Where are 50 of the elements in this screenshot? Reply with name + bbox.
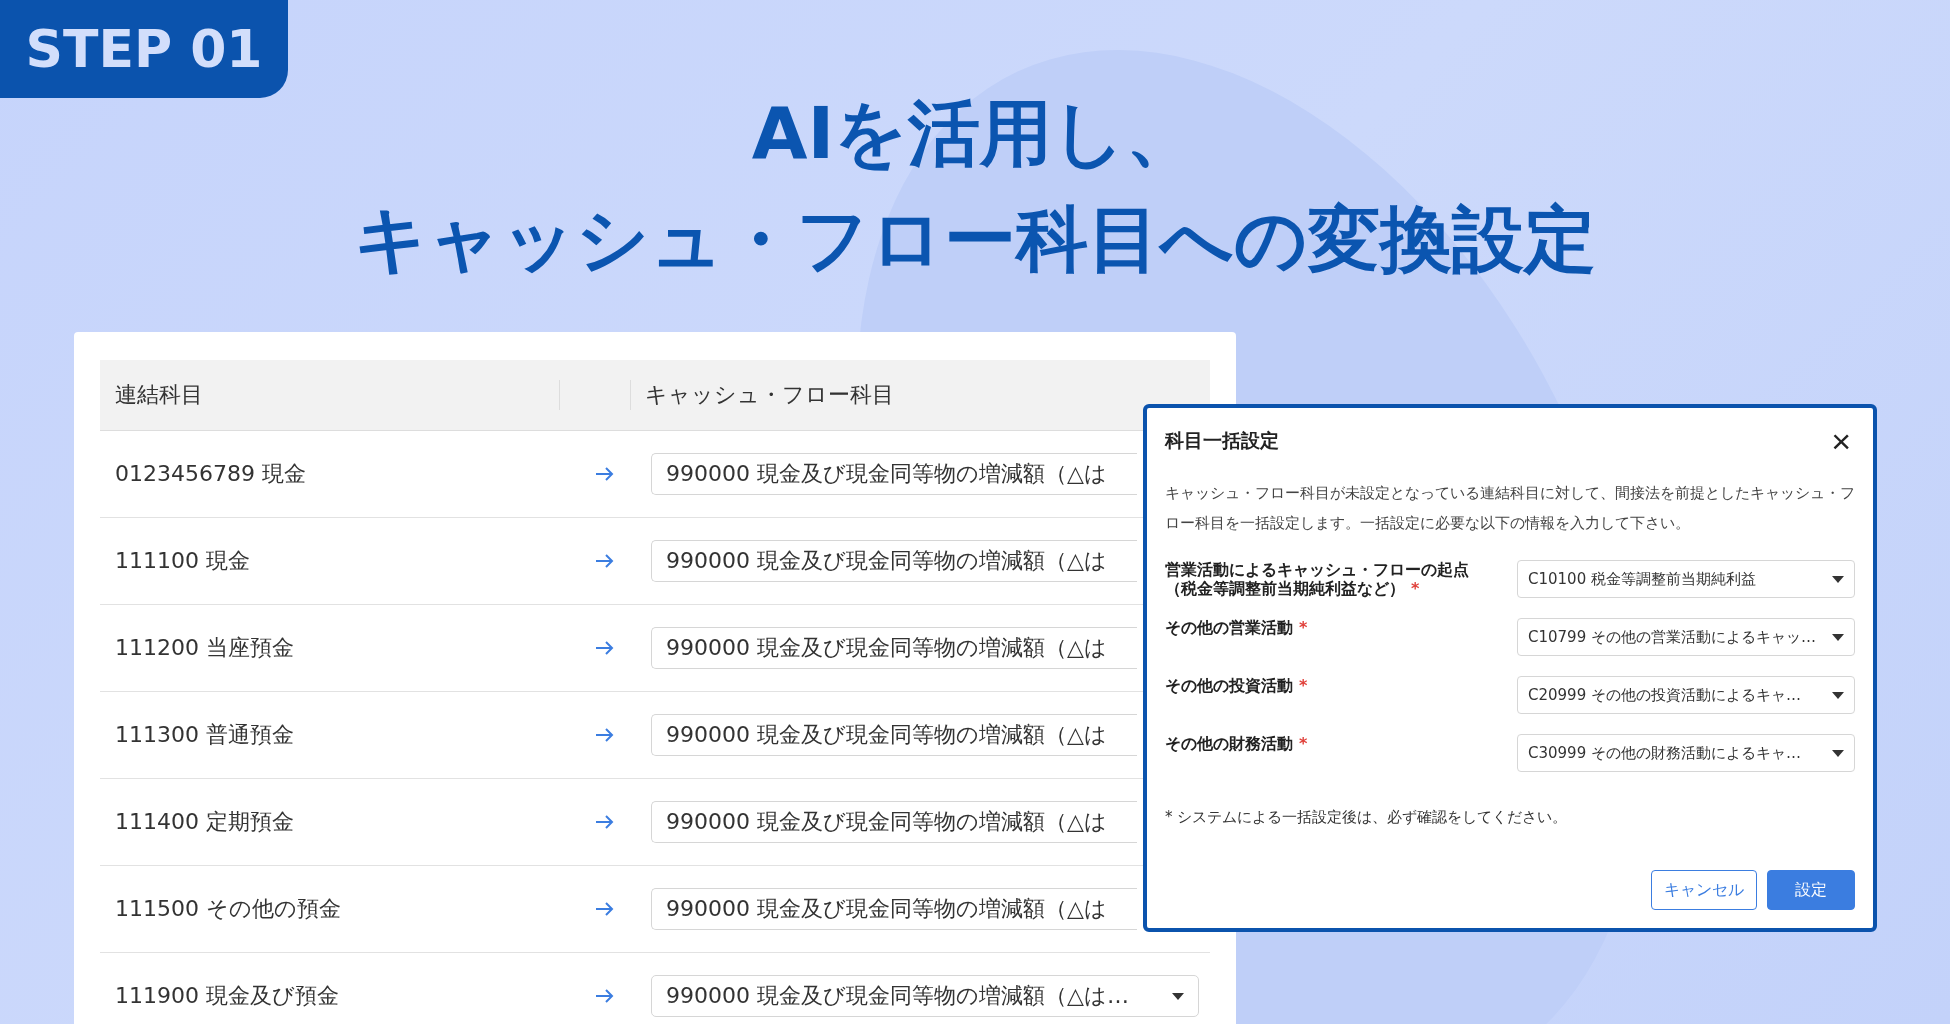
select-field[interactable]: C30999 その他の財務活動によるキャ… [1517,734,1855,772]
arrow-icon [595,640,615,656]
caret-icon [1832,575,1844,583]
headline-text: AIを活用し、 [751,90,1199,176]
field-label: その他の営業活動 * [1165,618,1309,637]
caret-icon [1172,992,1184,1000]
table-cell-text: 111300 普通預金 [114,721,295,749]
arrow-icon [595,988,615,1004]
arrow-icon [595,727,615,743]
select-field[interactable]: 990000 現金及び現金同等物の増減額（△は… [651,975,1199,1017]
confirm-button[interactable]: 設定 [1767,870,1855,910]
caret-icon [1832,749,1844,757]
select-field[interactable]: 990000 現金及び現金同等物の増減額（△は [651,714,1137,756]
select-field[interactable]: 990000 現金及び現金同等物の増減額（△は [651,453,1137,495]
select-field[interactable]: 990000 現金及び現金同等物の増減額（△は [651,888,1137,930]
column-header: キャッシュ・フロー科目 [644,381,894,409]
select-field[interactable]: C20999 その他の投資活動によるキャ… [1517,676,1855,714]
step-badge: STEP 01 [0,0,288,98]
required-mark: * [1411,579,1420,598]
table-cell-text: 111500 その他の預金 [114,895,342,923]
required-mark: * [1299,676,1308,695]
note-text: * システムによる一括設定後は、必ず確認をしてください。 [1165,808,1569,827]
table-cell-text: 0123456789 現金 [114,460,307,488]
required-mark: * [1299,734,1308,753]
table-cell-text: 111100 現金 [114,547,251,575]
column-header: 連結科目 [100,380,560,410]
close-button[interactable]: × [1827,426,1855,456]
cancel-button[interactable]: キャンセル [1651,870,1757,910]
arrow-icon [595,553,615,569]
table-cell-text: 111200 当座預金 [114,634,295,662]
arrow-icon [595,466,615,482]
dialog-description: キャッシュ・フロー科目が未設定となっている連結科目に対して、間接法を前提としたキャッシュ・フロー科目を一括設定します。一括設定に必要な以下の情報を入力して下さい。 [1165,483,1855,534]
select-field[interactable]: C10799 その他の営業活動によるキャッ… [1517,618,1855,656]
caret-icon [1832,633,1844,641]
arrow-icon [595,814,615,830]
table-cell-text: 111400 定期預金 [114,808,295,836]
select-field[interactable]: 990000 現金及び現金同等物の増減額（△は [651,801,1137,843]
dialog-title: 科目一括設定 [1165,428,1279,453]
field-label: 営業活動によるキャッシュ・フローの起点 [1165,560,1470,579]
table-cell-text: 111900 現金及び預金 [114,982,340,1010]
required-mark: * [1299,618,1308,637]
select-field[interactable]: 990000 現金及び現金同等物の増減額（△は [651,540,1137,582]
caret-icon [1832,691,1844,699]
field-label: その他の財務活動 * [1165,734,1309,753]
field-label: その他の投資活動 * [1165,676,1309,695]
select-field[interactable]: 990000 現金及び現金同等物の増減額（△は [651,627,1137,669]
arrow-icon [595,901,615,917]
headline-text: キャッシュ・フロー科目への変換設定 [354,196,1596,282]
select-field[interactable]: C10100 税金等調整前当期純利益 [1517,560,1855,598]
field-label: （税金等調整前当期純利益など） * [1165,579,1421,598]
